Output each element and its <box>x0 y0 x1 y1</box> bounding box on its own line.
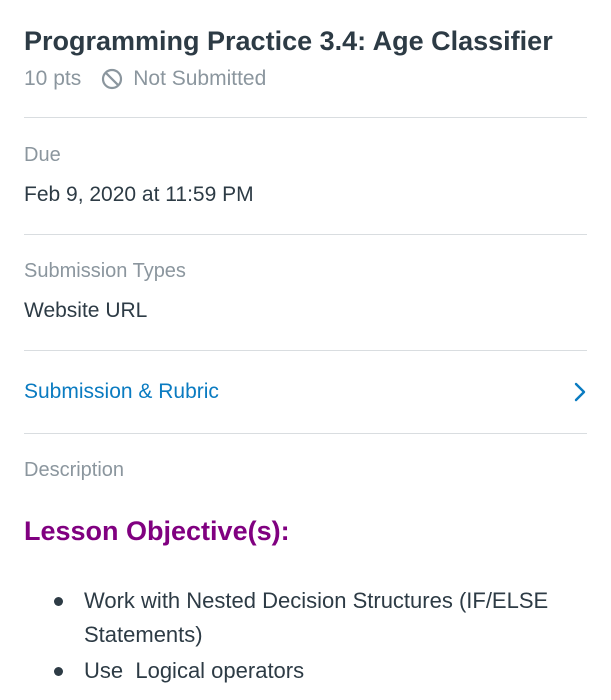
due-label: Due <box>24 144 61 166</box>
divider <box>24 350 587 351</box>
submission-rubric-link[interactable]: Submission & Rubric <box>24 367 587 417</box>
submission-status: Not Submitted <box>101 67 266 91</box>
objective-text: Use Logical operators <box>84 658 305 683</box>
objective-text: Work with Nested Decision Structures (IF… <box>84 588 549 647</box>
submission-rubric-label: Submission & Rubric <box>24 380 219 403</box>
list-item: Work with Nested Decision Structures (IF… <box>54 584 584 652</box>
lesson-objective-heading: Lesson Objective(s): <box>24 516 290 546</box>
objectives-list: Work with Nested Decision Structures (IF… <box>24 584 584 690</box>
chevron-right-icon <box>574 382 586 402</box>
submission-types-value: Website URL <box>24 299 148 322</box>
bullet <box>54 667 63 676</box>
submission-types-label: Submission Types <box>24 260 186 282</box>
divider <box>24 234 587 235</box>
due-value: Feb 9, 2020 at 11:59 PM <box>24 183 254 206</box>
assignment-meta: 10 pts Not Submitted <box>24 62 591 96</box>
bullet <box>54 597 63 606</box>
divider <box>24 433 587 434</box>
assignment-title: Programming Practice 3.4: Age Classifier <box>24 26 553 56</box>
assignment-header: Programming Practice 3.4: Age Classifier… <box>24 24 591 96</box>
list-item: Use Logical operators <box>54 654 584 688</box>
no-entry-icon <box>102 68 123 90</box>
status-text: Not Submitted <box>133 67 267 90</box>
description-label: Description <box>24 459 125 481</box>
divider <box>24 117 587 118</box>
points-label: 10 pts <box>24 67 82 90</box>
